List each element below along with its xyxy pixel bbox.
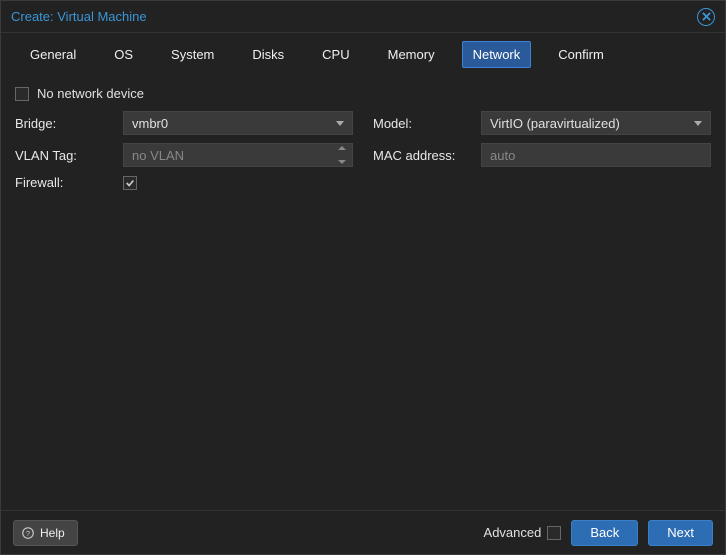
model-select[interactable]: VirtIO (paravirtualized): [481, 111, 711, 135]
vlan-row: VLAN Tag: no VLAN: [15, 143, 353, 167]
chevron-down-icon: [336, 121, 344, 126]
help-icon: ?: [22, 527, 34, 539]
tab-system[interactable]: System: [160, 41, 225, 68]
no-network-row: No network device: [15, 82, 711, 111]
wizard-tabs: General OS System Disks CPU Memory Netwo…: [1, 33, 725, 78]
vlan-label: VLAN Tag:: [15, 148, 123, 163]
tab-os[interactable]: OS: [103, 41, 144, 68]
tab-disks[interactable]: Disks: [241, 41, 295, 68]
tab-cpu[interactable]: CPU: [311, 41, 360, 68]
model-label: Model:: [373, 116, 481, 131]
advanced-row: Advanced: [484, 525, 562, 540]
left-column: Bridge: vmbr0 VLAN Tag: no VLAN: [15, 111, 353, 190]
close-button[interactable]: [697, 8, 715, 26]
vlan-placeholder: no VLAN: [132, 148, 184, 163]
network-panel: No network device Bridge: vmbr0 VLAN Tag…: [1, 78, 725, 510]
next-button[interactable]: Next: [648, 520, 713, 546]
no-network-label: No network device: [37, 86, 144, 101]
mac-row: MAC address: auto: [373, 143, 711, 167]
dialog-footer: ? Help Advanced Back Next: [1, 510, 725, 554]
chevron-down-icon: [694, 121, 702, 126]
firewall-checkbox[interactable]: [123, 176, 137, 190]
bridge-label: Bridge:: [15, 116, 123, 131]
vlan-input[interactable]: no VLAN: [123, 143, 353, 167]
firewall-row: Firewall:: [15, 175, 353, 190]
advanced-label: Advanced: [484, 525, 542, 540]
mac-input[interactable]: auto: [481, 143, 711, 167]
spinner-arrows-icon: [338, 146, 346, 164]
model-value: VirtIO (paravirtualized): [490, 116, 620, 131]
create-vm-dialog: Create: Virtual Machine General OS Syste…: [0, 0, 726, 555]
help-label: Help: [40, 526, 65, 540]
tab-network[interactable]: Network: [462, 41, 532, 68]
tab-confirm[interactable]: Confirm: [547, 41, 615, 68]
model-row: Model: VirtIO (paravirtualized): [373, 111, 711, 135]
svg-text:?: ?: [26, 529, 30, 538]
right-column: Model: VirtIO (paravirtualized) MAC addr…: [373, 111, 711, 190]
advanced-checkbox[interactable]: [547, 526, 561, 540]
bridge-row: Bridge: vmbr0: [15, 111, 353, 135]
bridge-select[interactable]: vmbr0: [123, 111, 353, 135]
no-network-checkbox[interactable]: [15, 87, 29, 101]
bridge-value: vmbr0: [132, 116, 168, 131]
titlebar: Create: Virtual Machine: [1, 1, 725, 33]
firewall-label: Firewall:: [15, 175, 123, 190]
tab-memory[interactable]: Memory: [377, 41, 446, 68]
form-columns: Bridge: vmbr0 VLAN Tag: no VLAN: [15, 111, 711, 190]
close-icon: [702, 12, 711, 21]
mac-label: MAC address:: [373, 148, 481, 163]
dialog-title: Create: Virtual Machine: [11, 9, 147, 24]
check-icon: [125, 178, 135, 188]
tab-general[interactable]: General: [19, 41, 87, 68]
mac-placeholder: auto: [490, 148, 515, 163]
back-button[interactable]: Back: [571, 520, 638, 546]
help-button[interactable]: ? Help: [13, 520, 78, 546]
